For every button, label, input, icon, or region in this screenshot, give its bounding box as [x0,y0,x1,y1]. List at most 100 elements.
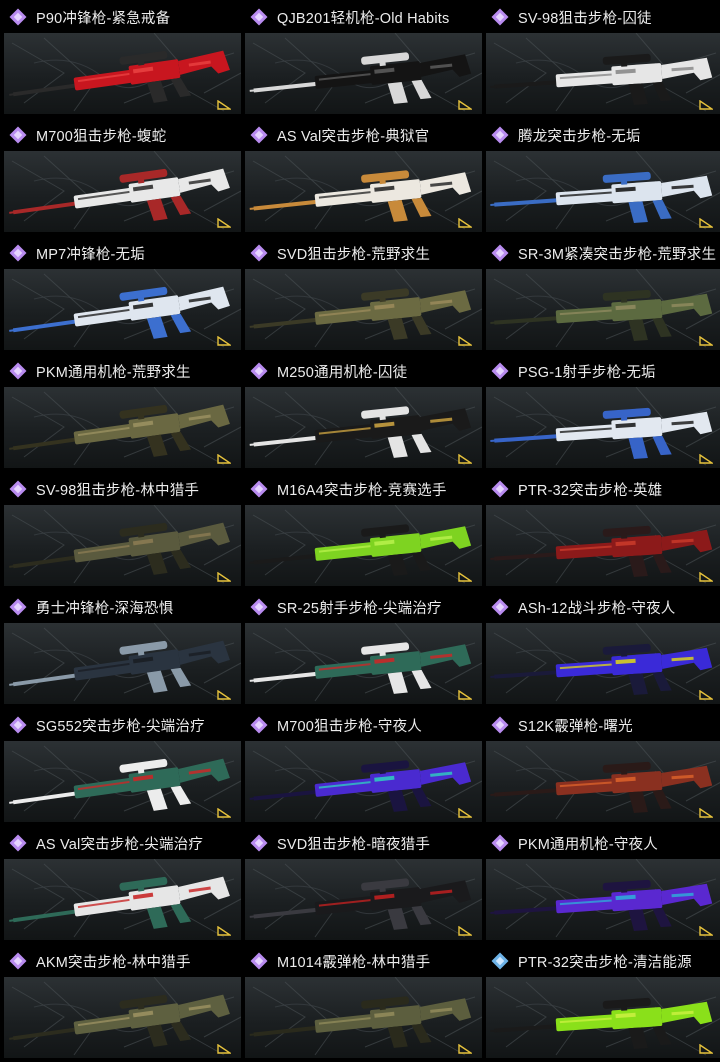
weapon-icon [249,170,472,222]
weapon-skin-title: 勇士冲锋枪-深海恐惧 [8,596,173,618]
weapon-skin-card[interactable]: M250通用机枪-囚徒 [245,354,482,472]
weapon-skin-name: PTR-32突击步枪-清洁能源 [518,954,692,971]
weapon-skin-card[interactable]: SR-25射手步枪-尖端治疗 [245,590,482,708]
weapon-preview [245,859,482,940]
collection-badge-icon [458,808,472,818]
weapon-skin-name: ASh-12战斗步枪-守夜人 [518,600,676,617]
weapon-skin-name: 腾龙突击步枪-无垢 [518,128,641,145]
weapon-skin-title: PTR-32突击步枪-清洁能源 [490,950,692,972]
rarity-diamond-icon [9,834,27,852]
weapon-preview [4,269,241,350]
weapon-skin-title: SG552突击步枪-尖端治疗 [8,714,205,736]
collection-badge-icon [458,100,472,110]
weapon-skin-name: M700狙击步枪-守夜人 [277,718,422,735]
weapon-skin-card[interactable]: PKM通用机枪-守夜人 [486,826,720,944]
weapon-skin-title: 腾龙突击步枪-无垢 [490,124,641,146]
weapon-preview [4,623,241,704]
collection-badge-icon [217,454,231,464]
rarity-diamond-icon [491,716,509,734]
weapon-skin-name: MP7冲锋枪-无垢 [36,246,145,263]
rarity-diamond-icon [250,716,268,734]
weapon-skin-card[interactable]: MP7冲锋枪-无垢 [4,236,241,354]
weapon-skin-card[interactable]: SVD狙击步枪-暗夜猎手 [245,826,482,944]
weapon-skin-title: M700狙击步枪-蝮蛇 [8,124,166,146]
weapon-preview [486,505,720,586]
rarity-diamond-icon [491,598,509,616]
weapon-skin-card[interactable]: M1014霰弹枪-林中猎手 [245,944,482,1062]
weapon-skin-card[interactable]: PTR-32突击步枪-清洁能源 [486,944,720,1062]
weapon-skin-name: S12K霰弹枪-曙光 [518,718,633,735]
weapon-skin-card[interactable]: 腾龙突击步枪-无垢 [486,118,720,236]
weapon-icon [249,288,472,340]
collection-badge-icon [458,218,472,228]
weapon-skin-name: AS Val突击步枪-尖端治疗 [36,836,204,853]
weapon-skin-title: SVD狙击步枪-暗夜猎手 [249,832,430,854]
collection-badge-icon [699,1044,713,1054]
weapon-icon [249,760,472,812]
weapon-skin-card[interactable]: SVD狙击步枪-荒野求生 [245,236,482,354]
weapon-skin-name: QJB201轻机枪-Old Habits [277,10,450,27]
collection-badge-icon [458,572,472,582]
weapon-skin-card[interactable]: M700狙击步枪-守夜人 [245,708,482,826]
weapon-skin-title: SR-3M紧凑突击步枪-荒野求生 [490,242,716,264]
weapon-skin-card[interactable]: P90冲锋枪-紧急戒备 [4,0,241,118]
weapon-preview [486,33,720,114]
weapon-skin-card[interactable]: SG552突击步枪-尖端治疗 [4,708,241,826]
weapon-skin-title: M700狙击步枪-守夜人 [249,714,422,736]
weapon-icon [9,522,230,575]
rarity-diamond-icon [9,598,27,616]
weapon-skin-name: AS Val突击步枪-典狱官 [277,128,430,145]
weapon-skin-title: P90冲锋枪-紧急戒备 [8,6,170,28]
weapon-skin-card[interactable]: SR-3M紧凑突击步枪-荒野求生 [486,236,720,354]
weapon-preview [486,859,720,940]
weapon-skin-title: S12K霰弹枪-曙光 [490,714,633,736]
weapon-skin-card[interactable]: SV-98狙击步枪-囚徒 [486,0,720,118]
weapon-skin-name: M16A4突击步枪-竞赛选手 [277,482,447,499]
weapon-icon [249,642,472,694]
rarity-diamond-icon [491,8,509,26]
weapon-preview [245,505,482,586]
weapon-skin-card[interactable]: ASh-12战斗步枪-守夜人 [486,590,720,708]
collection-badge-icon [699,808,713,818]
weapon-skin-card[interactable]: AKM突击步枪-林中猎手 [4,944,241,1062]
weapon-icon [490,997,713,1049]
weapon-skin-card[interactable]: PSG-1射手步枪-无垢 [486,354,720,472]
weapon-skin-name: AKM突击步枪-林中猎手 [36,954,191,971]
collection-badge-icon [217,690,231,700]
weapon-preview [245,741,482,822]
weapon-skin-card[interactable]: M700狙击步枪-蝮蛇 [4,118,241,236]
weapon-preview [486,623,720,704]
weapon-skin-card[interactable]: M16A4突击步枪-竞赛选手 [245,472,482,590]
weapon-skin-name: SV-98狙击步枪-囚徒 [518,10,652,27]
weapon-skin-title: SVD狙击步枪-荒野求生 [249,242,430,264]
weapon-skin-title: PKM通用机枪-守夜人 [490,832,658,854]
weapon-skin-name: PKM通用机枪-荒野求生 [36,364,191,381]
weapon-icon [9,50,230,103]
weapon-skin-card[interactable]: AS Val突击步枪-尖端治疗 [4,826,241,944]
weapon-skin-title: PSG-1射手步枪-无垢 [490,360,656,382]
weapon-skin-card[interactable]: PTR-32突击步枪-英雄 [486,472,720,590]
weapon-skin-name: SVD狙击步枪-暗夜猎手 [277,836,431,853]
weapon-skin-name: M250通用机枪-囚徒 [277,364,408,381]
collection-badge-icon [699,100,713,110]
weapon-icon [490,289,713,341]
weapon-skin-card[interactable]: PKM通用机枪-荒野求生 [4,354,241,472]
weapon-skin-title: PTR-32突击步枪-英雄 [490,478,662,500]
weapon-skin-card[interactable]: QJB201轻机枪-Old Habits [245,0,482,118]
weapon-icon [9,640,230,693]
weapon-skin-name: SR-3M紧凑突击步枪-荒野求生 [518,246,717,263]
rarity-diamond-icon [491,480,509,498]
weapon-skin-card[interactable]: SV-98狙击步枪-林中猎手 [4,472,241,590]
rarity-diamond-icon [491,834,509,852]
weapon-skin-card[interactable]: AS Val突击步枪-典狱官 [245,118,482,236]
rarity-diamond-icon [491,362,509,380]
weapon-icon [9,758,230,811]
weapon-preview [4,741,241,822]
weapon-skin-title: SR-25射手步枪-尖端治疗 [249,596,442,618]
rarity-diamond-icon [250,362,268,380]
weapon-preview [4,151,241,232]
weapon-skin-card[interactable]: S12K霰弹枪-曙光 [486,708,720,826]
collection-badge-icon [699,926,713,936]
weapon-skin-card[interactable]: 勇士冲锋枪-深海恐惧 [4,590,241,708]
weapon-skin-name: SV-98狙击步枪-林中猎手 [36,482,200,499]
